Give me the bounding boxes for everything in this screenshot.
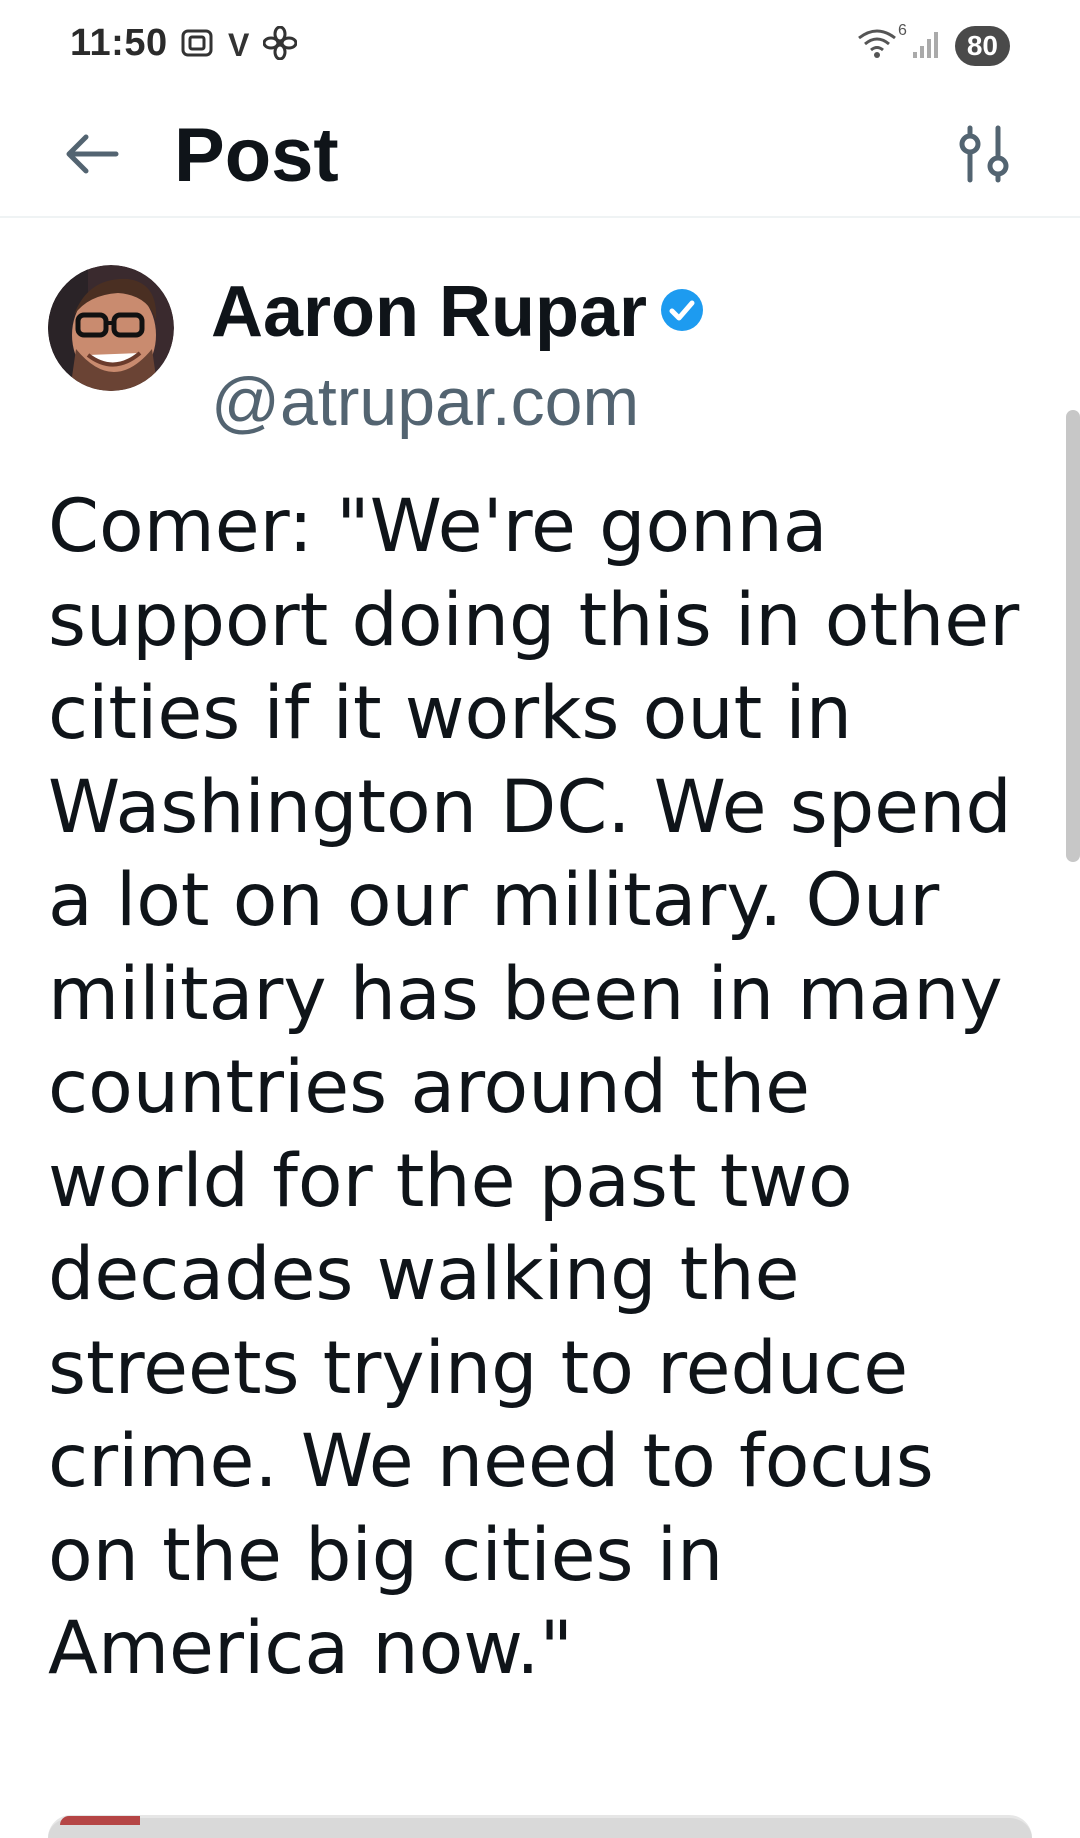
avatar[interactable] xyxy=(48,265,174,391)
sliders-icon xyxy=(956,124,1012,189)
author-handle[interactable]: @atrupar.com xyxy=(211,359,639,445)
page-title: Post xyxy=(174,113,339,198)
wifi-badge: 6 xyxy=(897,21,907,39)
back-button[interactable] xyxy=(56,120,128,192)
status-bar: 11:50 V 6 80 xyxy=(0,0,1080,96)
post-media-preview[interactable] xyxy=(48,1815,1032,1838)
scrollbar[interactable] xyxy=(1066,410,1080,862)
status-time: 11:50 xyxy=(70,22,168,64)
post-media-preview-edge xyxy=(60,1816,140,1825)
battery-indicator: 80 xyxy=(954,26,1010,66)
wifi-icon: 6 xyxy=(857,22,907,65)
author-name[interactable]: Aaron Rupar xyxy=(211,267,647,357)
header: Post xyxy=(0,96,1080,218)
verified-badge-icon xyxy=(659,287,705,338)
screenshot-icon xyxy=(180,26,214,65)
status-left-icons: V xyxy=(180,25,298,65)
arrow-left-icon xyxy=(60,122,124,191)
post-text: Comer: "We're gonna support doing this i… xyxy=(48,484,1020,1691)
cell-signal-icon xyxy=(911,28,941,65)
author-name-row: Aaron Rupar xyxy=(211,267,705,357)
filter-button[interactable] xyxy=(944,116,1024,196)
post-author: Aaron Rupar @atrupar.com xyxy=(48,265,1028,445)
v-icon: V xyxy=(228,27,250,63)
status-right: 6 80 xyxy=(857,22,1010,66)
fan-icon xyxy=(262,25,298,65)
